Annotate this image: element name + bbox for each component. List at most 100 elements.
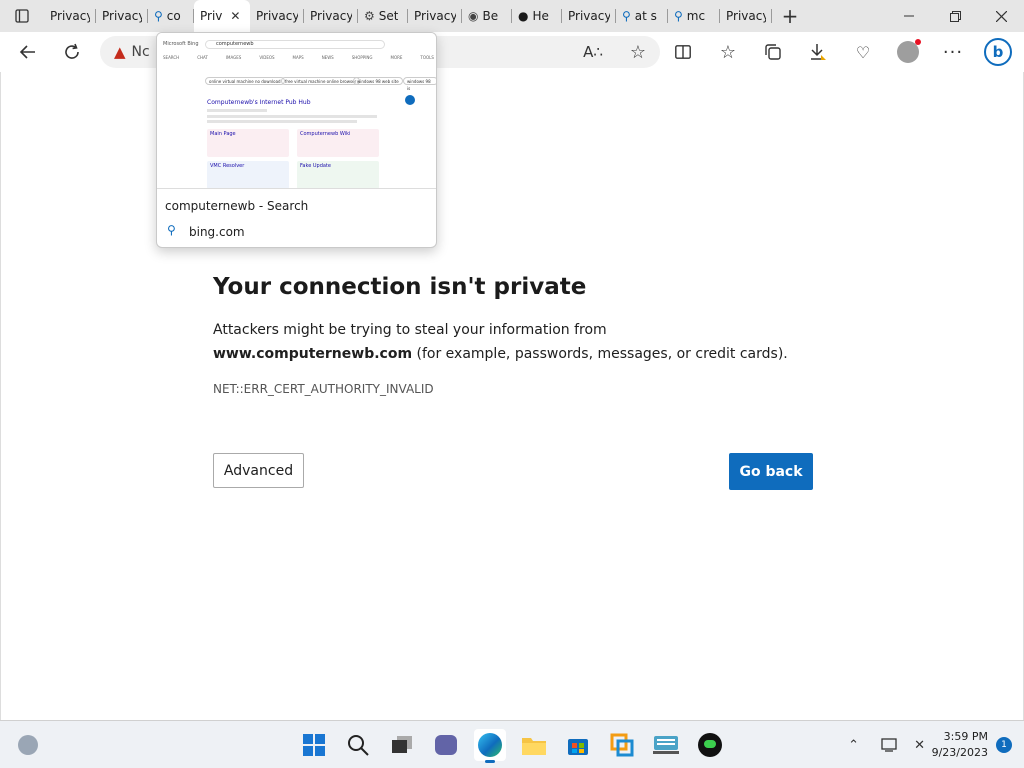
vmware-icon xyxy=(610,733,634,757)
bing-chat-button[interactable]: b xyxy=(980,34,1016,70)
app-button[interactable] xyxy=(694,729,726,761)
tab[interactable]: Privacy e xyxy=(720,0,772,32)
clock[interactable]: 3:59 PM 9/23/2023 xyxy=(932,729,988,761)
system-tray: ⌃ ✕ 3:59 PM 9/23/2023 1 xyxy=(836,721,1024,768)
tab[interactable]: Privacy e xyxy=(562,0,616,32)
tab-label: co xyxy=(166,9,181,23)
search-icon: ⚲ xyxy=(154,9,163,23)
close-tab-icon[interactable]: ✕ xyxy=(230,9,240,23)
teams-chat-icon xyxy=(435,735,457,755)
thumb-tab: MORE xyxy=(390,55,403,60)
tab-label: He xyxy=(532,9,549,23)
minimize-icon xyxy=(904,15,914,17)
tab-actions-button[interactable] xyxy=(0,0,44,32)
vm-app-button[interactable] xyxy=(606,729,638,761)
network-button[interactable] xyxy=(872,727,908,763)
start-button[interactable] xyxy=(298,729,330,761)
error-domain: www.computernewb.com xyxy=(213,346,413,362)
tab-label: mc xyxy=(686,9,706,23)
read-aloud-button[interactable]: A∴ xyxy=(575,34,611,70)
clock-date: 9/23/2023 xyxy=(931,746,988,759)
tab[interactable]: Privacy e xyxy=(304,0,358,32)
search-button[interactable] xyxy=(342,729,374,761)
thumb-tab: VIDEOS xyxy=(259,55,275,60)
thumb-result-title: Computernewb's Internet Pub Hub xyxy=(207,99,311,106)
tab[interactable]: ● He xyxy=(512,0,562,32)
warning-icon[interactable]: ▲ xyxy=(114,43,126,61)
minimize-button[interactable] xyxy=(886,0,932,32)
tab-label: Privacy e xyxy=(568,9,610,23)
tab-hover-preview[interactable]: Microsoft Bing computernewb SEARCH CHAT IM… xyxy=(156,32,437,248)
tab[interactable]: ⚙ Set xyxy=(358,0,408,32)
keyboard-app-button[interactable] xyxy=(650,729,682,761)
close-icon xyxy=(995,10,1007,22)
split-screen-button[interactable] xyxy=(665,34,701,70)
chat-button[interactable] xyxy=(430,729,462,761)
file-explorer-button[interactable] xyxy=(518,729,550,761)
search-icon: ⚲ xyxy=(622,9,631,23)
new-tab-button[interactable]: + xyxy=(772,0,808,32)
profile-button[interactable] xyxy=(890,34,926,70)
refresh-icon xyxy=(65,43,79,59)
thumb-chat-icon xyxy=(405,95,415,105)
tab[interactable]: ⚲ mc xyxy=(668,0,720,32)
collections-button[interactable] xyxy=(755,34,791,70)
folder-icon xyxy=(522,738,546,755)
favorite-button[interactable]: ☆ xyxy=(620,34,656,70)
performance-button[interactable]: ♡ xyxy=(845,34,881,70)
opera-icon: ● xyxy=(518,9,529,23)
edge-taskbar-button[interactable] xyxy=(474,729,506,763)
tab-label: Set xyxy=(378,9,399,23)
tab[interactable]: Priv ✕ xyxy=(194,0,250,32)
thumb-card: Fake Update xyxy=(297,161,379,188)
store-button[interactable] xyxy=(562,729,594,761)
split-screen-icon xyxy=(675,45,691,59)
favorites-button[interactable]: ☆ xyxy=(710,34,746,70)
tab-label: Privacy e xyxy=(102,9,142,23)
back-button[interactable] xyxy=(10,34,46,70)
thumb-tab: SHOPPING xyxy=(351,55,373,60)
advanced-button[interactable]: Advanced xyxy=(213,453,304,488)
thumb-tab: MAPS xyxy=(292,55,304,60)
tab-label: Privacy e xyxy=(50,9,90,23)
heart-pulse-icon: ♡ xyxy=(855,42,871,62)
volume-button[interactable]: ✕ xyxy=(908,727,932,763)
widgets-button[interactable] xyxy=(12,729,44,761)
thumb-card-title: Fake Update xyxy=(300,163,331,169)
thumb-logo: Microsoft Bing xyxy=(163,41,199,47)
keyboard-icon xyxy=(653,736,679,754)
restore-button[interactable] xyxy=(932,0,978,32)
tab[interactable]: Privacy e xyxy=(250,0,304,32)
tab[interactable]: ⚲ co xyxy=(148,0,194,32)
thumb-tab: NEWS xyxy=(321,55,334,60)
app-icon xyxy=(698,733,722,757)
tab-label: Be xyxy=(482,9,499,23)
taskbar: ⌃ ✕ 3:59 PM 9/23/2023 1 xyxy=(0,720,1024,768)
thumb-chip: online virtual machine no download xyxy=(205,77,285,85)
tab-actions-icon xyxy=(15,9,29,23)
notification-badge[interactable]: 1 xyxy=(996,737,1012,753)
error-code: NET::ERR_CERT_AUTHORITY_INVALID xyxy=(213,382,434,396)
tab[interactable]: Privacy e xyxy=(96,0,148,32)
thumb-tab: SEARCH xyxy=(163,55,180,60)
downloads-button[interactable] xyxy=(800,34,836,70)
window-controls xyxy=(886,0,1024,32)
error-title: Your connection isn't private xyxy=(213,274,587,300)
task-view-icon xyxy=(392,736,412,753)
task-view-button[interactable] xyxy=(386,729,418,761)
search-icon: ⚲ xyxy=(674,9,683,23)
show-hidden-icons-button[interactable]: ⌃ xyxy=(836,727,872,763)
more-button[interactable]: ··· xyxy=(935,34,971,70)
tab[interactable]: Privacy e xyxy=(44,0,96,32)
thumb-tab: TOOLS xyxy=(420,55,434,60)
go-back-button[interactable]: Go back xyxy=(729,453,813,490)
thumb-card-title: Main Page xyxy=(210,131,236,137)
refresh-button[interactable] xyxy=(54,34,90,70)
close-window-button[interactable] xyxy=(978,0,1024,32)
tab[interactable]: ⚲ at s xyxy=(616,0,668,32)
search-icon: ⚲ xyxy=(167,223,176,237)
favorites-icon: ☆ xyxy=(719,41,737,63)
tab[interactable]: ◉ Be xyxy=(462,0,512,32)
more-icon: ··· xyxy=(942,41,964,63)
tab[interactable]: Privacy e xyxy=(408,0,462,32)
